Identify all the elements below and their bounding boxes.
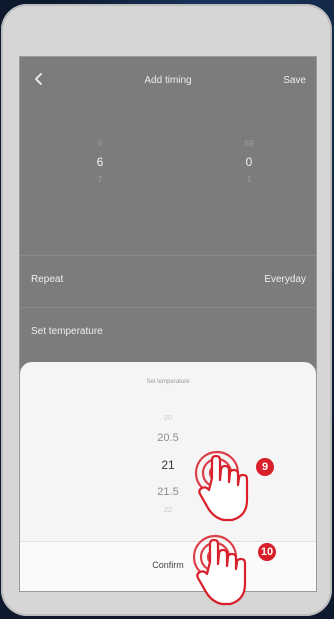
hour-above: 5: [97, 139, 103, 148]
set-temperature-label: Set temperature: [31, 326, 103, 337]
tap-hand-icon: [192, 534, 247, 606]
phone-frame: Add timing Save 5 6 7 59 0 1 Repeat Ever…: [1, 4, 332, 616]
temperature-option[interactable]: 20: [20, 412, 316, 426]
page-title: Add timing: [144, 75, 192, 86]
repeat-value: Everyday: [264, 274, 306, 285]
repeat-label: Repeat: [31, 274, 64, 285]
hour-selected: 6: [96, 155, 104, 169]
app-screen: Add timing Save 5 6 7 59 0 1 Repeat Ever…: [19, 56, 317, 592]
step-badge-10: 10: [258, 543, 276, 561]
set-temperature-row[interactable]: Set temperature: [20, 307, 316, 354]
minute-selected: 0: [245, 155, 253, 169]
confirm-label: Confirm: [152, 560, 184, 570]
minute-picker[interactable]: 59 0 1: [229, 137, 269, 187]
minute-below: 1: [246, 175, 252, 184]
top-bar: Add timing Save: [20, 57, 316, 103]
minute-above: 59: [244, 139, 254, 148]
hour-picker[interactable]: 5 6 7: [80, 137, 120, 187]
repeat-row[interactable]: Repeat Everyday: [20, 255, 316, 302]
step-badge-9: 9: [256, 458, 274, 476]
temperature-option[interactable]: 21.5: [20, 480, 316, 504]
temperature-option[interactable]: 20.5: [20, 426, 316, 450]
temperature-option[interactable]: 22: [20, 504, 316, 518]
save-button[interactable]: Save: [283, 75, 306, 86]
hour-below: 7: [97, 175, 103, 184]
sheet-title: Set temperature: [146, 379, 190, 385]
